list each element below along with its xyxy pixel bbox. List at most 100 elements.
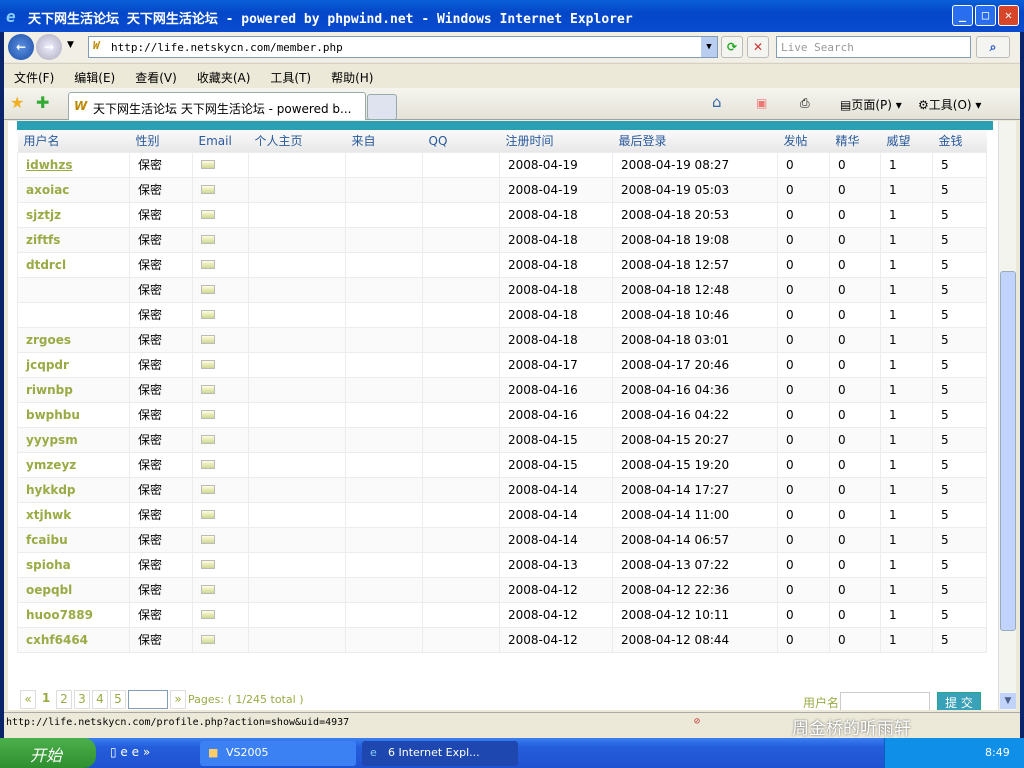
cell-user[interactable]: ziftfs xyxy=(17,226,130,253)
cell-email[interactable] xyxy=(192,326,249,353)
close-button[interactable]: ✕ xyxy=(998,5,1019,26)
search-input[interactable]: Live Search xyxy=(776,36,971,58)
cell-email[interactable] xyxy=(192,426,249,453)
cell-user[interactable]: idwhzs xyxy=(17,151,130,178)
print-icon[interactable]: ⎙ xyxy=(800,96,810,111)
page-jump-input[interactable] xyxy=(128,690,168,709)
cell-email[interactable] xyxy=(192,376,249,403)
email-icon[interactable] xyxy=(201,509,215,519)
menu-help[interactable]: 帮助(H) xyxy=(331,69,373,87)
cell-user[interactable] xyxy=(17,301,130,328)
address-dropdown-icon[interactable]: ▼ xyxy=(701,37,717,57)
email-icon[interactable] xyxy=(201,309,215,319)
forward-button[interactable]: → xyxy=(36,34,62,60)
cell-email[interactable] xyxy=(192,626,249,653)
cell-user[interactable]: bwphbu xyxy=(17,401,130,428)
cell-user[interactable]: oepqbl xyxy=(17,576,130,603)
menu-file[interactable]: 文件(F) xyxy=(14,69,54,87)
cell-email[interactable] xyxy=(192,576,249,603)
find-user-input[interactable] xyxy=(840,692,930,710)
stop-button[interactable]: ✕ xyxy=(747,36,769,58)
vertical-scrollbar[interactable]: ▼ xyxy=(998,121,1016,710)
back-button[interactable]: ← xyxy=(8,34,34,60)
page-menu[interactable]: ▤页面(P) ▾ xyxy=(840,96,902,113)
next-page-button[interactable]: » xyxy=(170,690,186,709)
page-5[interactable]: 5 xyxy=(110,690,126,709)
email-icon[interactable] xyxy=(201,384,215,394)
email-icon[interactable] xyxy=(201,434,215,444)
email-icon[interactable] xyxy=(201,159,215,169)
cell-email[interactable] xyxy=(192,476,249,503)
cell-user[interactable]: yyypsm xyxy=(17,426,130,453)
cell-user[interactable]: huoo7889 xyxy=(17,601,130,628)
page-2[interactable]: 2 xyxy=(56,690,72,709)
menu-edit[interactable]: 编辑(E) xyxy=(74,69,115,87)
feeds-icon[interactable]: ▣ xyxy=(756,96,767,110)
email-icon[interactable] xyxy=(201,184,215,194)
cell-user[interactable]: ymzeyz xyxy=(17,451,130,478)
email-icon[interactable] xyxy=(201,209,215,219)
submit-button[interactable]: 提 交 xyxy=(937,692,981,710)
email-icon[interactable] xyxy=(201,284,215,294)
cell-user[interactable]: spioha xyxy=(17,551,130,578)
cell-email[interactable] xyxy=(192,401,249,428)
start-button[interactable]: 开始 xyxy=(0,738,96,768)
cell-email[interactable] xyxy=(192,251,249,278)
email-icon[interactable] xyxy=(201,609,215,619)
cell-user[interactable]: jcqpdr xyxy=(17,351,130,378)
email-icon[interactable] xyxy=(201,634,215,644)
task-internet-explorer[interactable]: e 6 Internet Expl... xyxy=(362,741,518,766)
cell-user[interactable]: axoiac xyxy=(17,176,130,203)
email-icon[interactable] xyxy=(201,559,215,569)
email-icon[interactable] xyxy=(201,359,215,369)
cell-email[interactable] xyxy=(192,301,249,328)
cell-user[interactable]: hykkdp xyxy=(17,476,130,503)
page-3[interactable]: 3 xyxy=(74,690,90,709)
email-icon[interactable] xyxy=(201,334,215,344)
privacy-icon[interactable]: ⊘ xyxy=(694,716,700,727)
add-favorite-icon[interactable]: ✚ xyxy=(36,93,49,112)
email-icon[interactable] xyxy=(201,459,215,469)
scroll-down-arrow[interactable]: ▼ xyxy=(1000,693,1016,709)
menu-favorites[interactable]: 收藏夹(A) xyxy=(197,69,251,87)
history-dropdown-icon[interactable]: ▼ xyxy=(67,40,74,50)
cell-user[interactable]: riwnbp xyxy=(17,376,130,403)
cell-user[interactable]: dtdrcl xyxy=(17,251,130,278)
search-button[interactable]: ⌕ xyxy=(976,36,1010,58)
email-icon[interactable] xyxy=(201,484,215,494)
email-icon[interactable] xyxy=(201,259,215,269)
email-icon[interactable] xyxy=(201,409,215,419)
cell-user[interactable]: sjztjz xyxy=(17,201,130,228)
cell-user[interactable]: fcaibu xyxy=(17,526,130,553)
tab-active[interactable]: W 天下网生活论坛 天下网生活论坛 - powered b... xyxy=(68,92,366,120)
cell-email[interactable] xyxy=(192,501,249,528)
cell-email[interactable] xyxy=(192,151,249,178)
cell-user[interactable]: xtjhwk xyxy=(17,501,130,528)
cell-email[interactable] xyxy=(192,526,249,553)
home-icon[interactable]: ⌂ xyxy=(712,93,722,111)
quicklaunch-icons[interactable]: ▯ e e » xyxy=(110,745,150,759)
cell-email[interactable] xyxy=(192,176,249,203)
menu-tools[interactable]: 工具(T) xyxy=(270,69,311,87)
minimize-button[interactable]: _ xyxy=(952,5,973,26)
tools-menu[interactable]: ⚙工具(O) ▾ xyxy=(918,96,981,113)
cell-email[interactable] xyxy=(192,601,249,628)
menu-view[interactable]: 查看(V) xyxy=(135,69,177,87)
cell-email[interactable] xyxy=(192,201,249,228)
task-vs2005[interactable]: ■ VS2005 xyxy=(200,741,356,766)
cell-email[interactable] xyxy=(192,226,249,253)
cell-user[interactable] xyxy=(17,276,130,303)
email-icon[interactable] xyxy=(201,584,215,594)
first-page-button[interactable]: « xyxy=(20,690,36,709)
maximize-button[interactable]: □ xyxy=(975,5,996,26)
email-icon[interactable] xyxy=(201,234,215,244)
cell-user[interactable]: zrgoes xyxy=(17,326,130,353)
refresh-button[interactable]: ⟳ xyxy=(721,36,743,58)
scrollbar-thumb[interactable] xyxy=(1000,271,1016,631)
cell-email[interactable] xyxy=(192,451,249,478)
address-bar[interactable]: W http://life.netskycn.com/member.php ▼ xyxy=(88,36,718,58)
page-4[interactable]: 4 xyxy=(92,690,108,709)
email-icon[interactable] xyxy=(201,534,215,544)
cell-user[interactable]: cxhf6464 xyxy=(17,626,130,653)
cell-email[interactable] xyxy=(192,551,249,578)
